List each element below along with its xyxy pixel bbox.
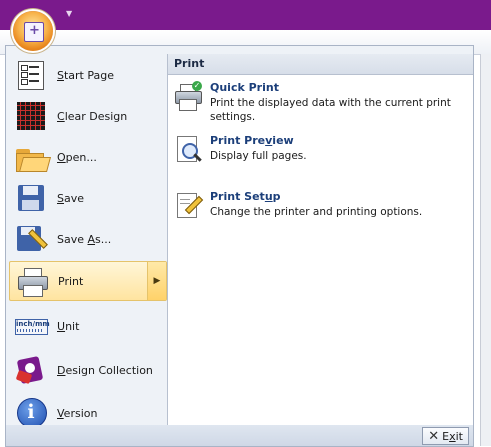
start-page-icon (15, 59, 47, 91)
submenu-item-description: Display full pages. (210, 150, 307, 162)
menu-item-label: Start Page (57, 68, 114, 82)
printer-icon (16, 265, 48, 297)
submenu-arrow-icon[interactable]: ▶ (147, 262, 166, 300)
menu-item-label: Version (57, 406, 98, 420)
page-pencil-icon (174, 190, 204, 222)
menu-item-start-page[interactable]: Start Page (9, 56, 165, 94)
submenu-item-title: Print Setup (210, 190, 281, 203)
exit-button[interactable]: ✕ Exit (422, 427, 469, 445)
submenu-item-description: Print the displayed data with the curren… (210, 97, 451, 123)
submenu-item-quick-print[interactable]: ✓ Quick Print Print the displayed data w… (174, 81, 464, 124)
folder-open-icon (15, 141, 52, 173)
menu-item-label: Clear Design (57, 109, 128, 123)
grid-icon (15, 100, 47, 132)
print-submenu-panel: Print ✓ Quick Print Print the displayed … (167, 54, 473, 425)
close-x-icon: ✕ (428, 428, 440, 444)
submenu-item-description: Change the printer and printing options. (210, 206, 423, 218)
menu-item-design-collection[interactable]: Design Collection (9, 351, 165, 389)
menu-item-clear-design[interactable]: Clear Design (9, 97, 165, 135)
submenu-item-title: Print Preview (210, 134, 294, 147)
menu-item-unit[interactable]: inch/mm Unit (9, 307, 165, 345)
submenu-item-print-setup[interactable]: Print Setup Change the printer and print… (174, 190, 464, 222)
submenu-header: Print (168, 54, 473, 75)
menu-item-label: Open... (57, 150, 97, 164)
menu-footer: ✕ Exit (5, 425, 474, 447)
application-menu: Start Page Clear Design Open... Save Sav… (5, 45, 474, 428)
design-collection-icon (15, 354, 47, 386)
menu-item-label: Unit (57, 319, 80, 333)
submenu-item-title: Quick Print (210, 81, 279, 94)
quick-access-dropdown-icon[interactable]: ▼ (66, 9, 72, 18)
office-orb-icon[interactable] (13, 11, 53, 51)
menu-item-print[interactable]: Print ▶ (9, 261, 167, 301)
title-bar: ▼ (0, 0, 491, 30)
exit-label: Exit (442, 429, 463, 443)
floppy-disk-icon (15, 182, 47, 214)
menu-item-open[interactable]: Open... (9, 138, 165, 176)
menu-item-label: Save (57, 191, 85, 205)
ruler-icon: inch/mm (15, 310, 50, 342)
floppy-pencil-icon (15, 223, 48, 255)
unit-icon-text: inch/mm (16, 320, 50, 328)
menu-item-label: Save As... (57, 232, 112, 246)
submenu-item-print-preview[interactable]: Print Preview Display full pages. (174, 134, 464, 166)
menu-left-column: Start Page Clear Design Open... Save Sav… (6, 56, 167, 428)
menu-item-save[interactable]: Save (9, 179, 165, 217)
background-scrollbar (480, 54, 491, 446)
magnifier-page-icon (174, 134, 204, 166)
menu-item-label: Design Collection (57, 363, 153, 377)
printer-check-icon: ✓ (174, 81, 204, 113)
menu-item-label: Print (58, 274, 84, 288)
menu-item-save-as[interactable]: Save As... (9, 220, 165, 258)
